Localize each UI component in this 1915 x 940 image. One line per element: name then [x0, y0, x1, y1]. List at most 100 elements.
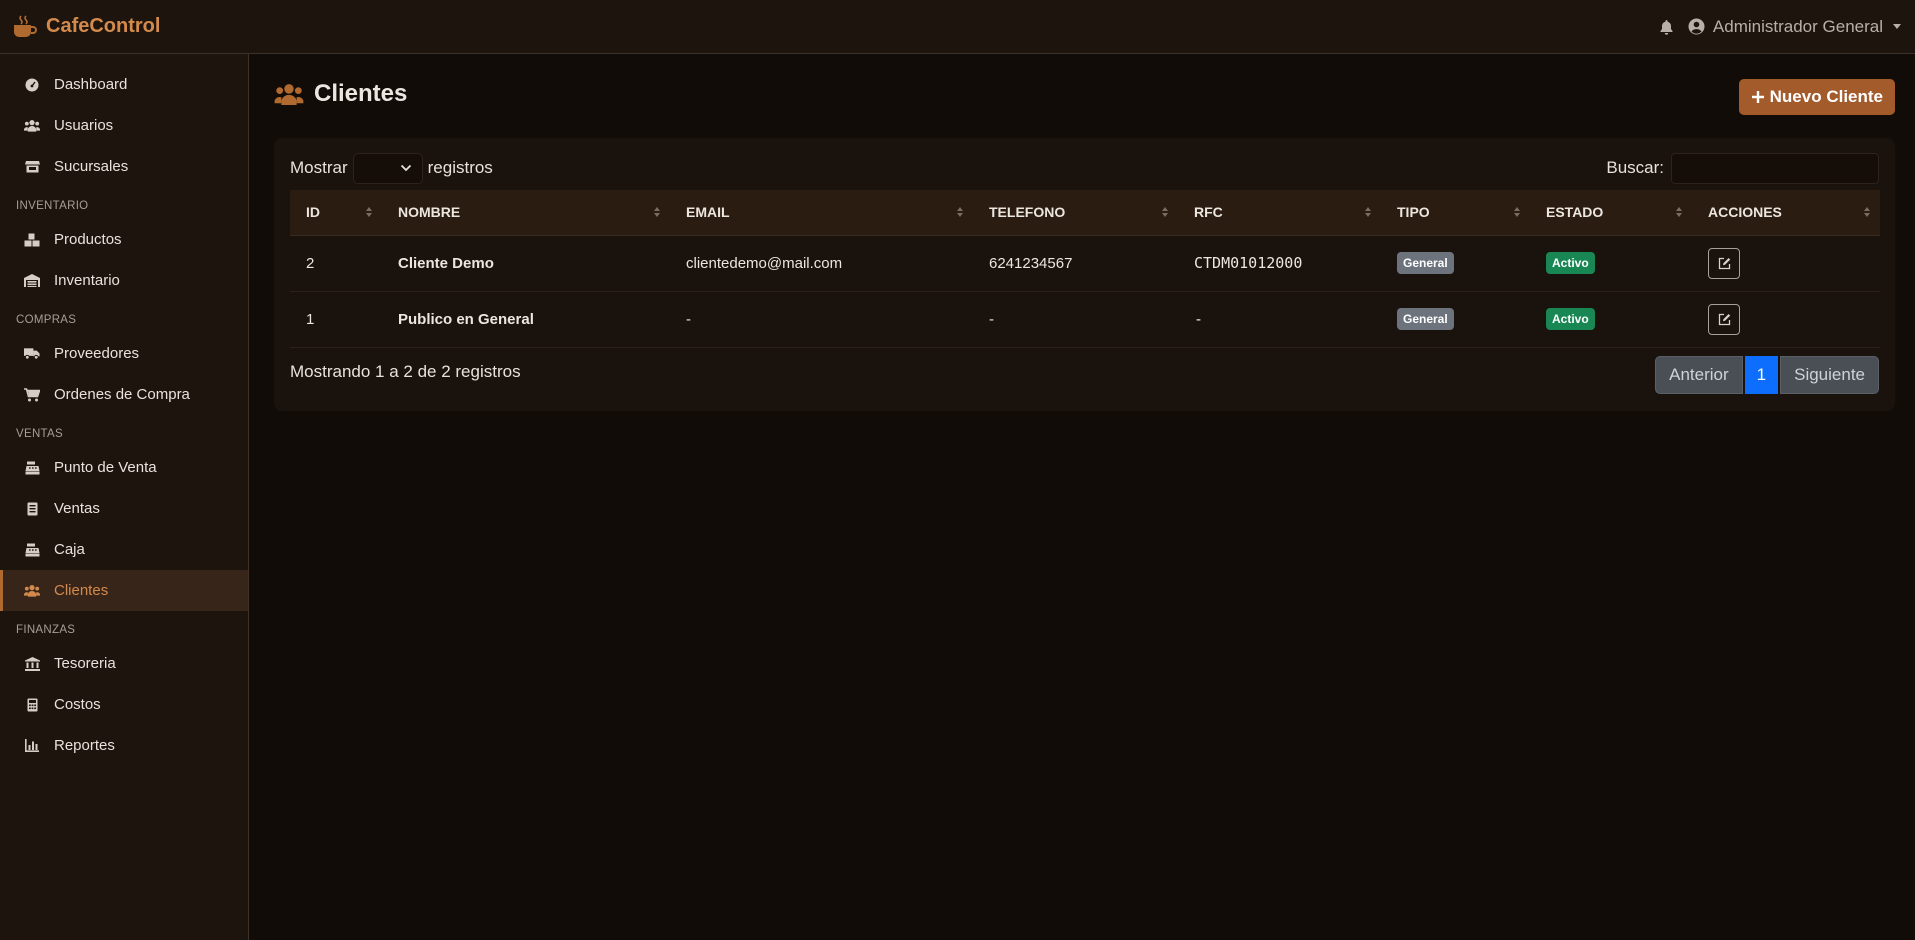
column-header-estado[interactable]: ESTADO — [1530, 190, 1692, 236]
caret-down-icon — [1893, 24, 1901, 29]
sidebar-item-sucursales[interactable]: Sucursales — [0, 146, 248, 187]
search-input[interactable] — [1671, 152, 1879, 184]
sort-icon — [1162, 207, 1168, 217]
section-inventario: INVENTARIO — [16, 200, 89, 212]
sidebar-item-label: Ordenes de Compra — [54, 386, 190, 403]
cell-acciones — [1692, 291, 1880, 348]
sidebar-item-proveedores[interactable]: Proveedores — [0, 333, 248, 374]
search-wrap: Buscar: — [1606, 152, 1879, 184]
edit-icon — [1718, 257, 1730, 269]
next-page-button[interactable]: Siguiente — [1780, 356, 1879, 394]
page-button-current[interactable]: 1 — [1744, 356, 1779, 394]
calculator-icon — [24, 697, 40, 713]
sidebar-item-label: Dashboard — [54, 76, 128, 93]
sidebar-item-label: Tesoreria — [54, 655, 116, 672]
user-name: Administrador General — [1712, 16, 1883, 36]
column-label: TELEFONO — [989, 204, 1066, 221]
cell-email: - — [670, 291, 973, 348]
sidebar-item-tesoreria[interactable]: Tesoreria — [0, 643, 248, 684]
show-label: Mostrar — [290, 158, 348, 177]
user-menu[interactable]: Administrador General — [1688, 17, 1901, 37]
sidebar-item-dashboard[interactable]: Dashboard — [0, 64, 248, 105]
column-label: ACCIONES — [1708, 204, 1782, 221]
warehouse-icon — [24, 273, 40, 289]
sidebar-item-label: Usuarios — [54, 117, 114, 134]
page-header: Clientes — [274, 80, 407, 108]
cell-telefono: 6241234567 — [973, 235, 1178, 292]
users-icon — [24, 583, 40, 599]
table-controls: Mostrar registros Buscar: — [290, 152, 1879, 184]
column-label: NOMBRE — [398, 204, 461, 221]
sidebar-item-label: Caja — [54, 541, 85, 558]
column-header-telefono[interactable]: TELEFONO — [973, 190, 1178, 236]
main-content: Clientes Nuevo Cliente Mostrar registros… — [250, 54, 1915, 940]
sidebar-item-ordenes-de-compra[interactable]: Ordenes de Compra — [0, 374, 248, 415]
column-header-nombre[interactable]: NOMBRE — [382, 190, 670, 236]
chevron-down-icon — [400, 164, 411, 172]
sidebar-item-productos[interactable]: Productos — [0, 219, 248, 260]
sidebar-item-clientes[interactable]: Clientes — [0, 570, 248, 611]
edit-button[interactable] — [1708, 303, 1740, 335]
page-title: Clientes — [314, 80, 408, 107]
column-header-id[interactable]: ID — [290, 190, 382, 236]
sidebar: Dashboard Usuarios Sucursales INVENTARIO… — [0, 54, 249, 940]
cell-estado: Activo — [1530, 291, 1692, 348]
bank-icon — [24, 656, 40, 672]
sidebar-item-costos[interactable]: Costos — [0, 684, 248, 725]
column-label: RFC — [1194, 204, 1223, 221]
new-client-button[interactable]: Nuevo Cliente — [1738, 79, 1895, 115]
column-label: ID — [306, 204, 320, 221]
brand-name: CafeControl — [46, 15, 161, 37]
sort-icon — [1365, 207, 1371, 217]
cell-tipo: General — [1381, 235, 1530, 292]
table-info: Mostrando 1 a 2 de 2 registros — [290, 362, 521, 381]
cell-tipo: General — [1381, 291, 1530, 348]
table-row: 2 Cliente Demo clientedemo@mail.com 6241… — [290, 235, 1880, 292]
status-badge: Activo — [1546, 308, 1595, 330]
column-header-rfc[interactable]: RFC — [1178, 190, 1381, 236]
bar-chart-icon — [24, 738, 40, 754]
sidebar-item-label: Productos — [54, 231, 122, 248]
page-length-select[interactable] — [352, 152, 423, 184]
sidebar-item-label: Inventario — [54, 272, 120, 289]
previous-page-button[interactable]: Anterior — [1655, 356, 1743, 394]
sidebar-item-reportes[interactable]: Reportes — [0, 725, 248, 766]
cart-icon — [24, 387, 40, 403]
clients-table-card: Mostrar registros Buscar: ID NOMBRE EMAI… — [274, 138, 1895, 411]
column-header-tipo[interactable]: TIPO — [1381, 190, 1530, 236]
section-finanzas: FINANZAS — [16, 624, 76, 636]
cash-register-icon — [24, 460, 40, 476]
tipo-badge: General — [1397, 308, 1454, 330]
coffee-mug-icon — [14, 14, 37, 37]
brand[interactable]: CafeControl — [12, 14, 161, 39]
sort-icon — [1514, 207, 1520, 217]
sidebar-item-ventas[interactable]: Ventas — [0, 488, 248, 529]
column-header-email[interactable]: EMAIL — [670, 190, 973, 236]
user-circle-icon — [1688, 18, 1705, 35]
sidebar-item-label: Costos — [54, 696, 101, 713]
cash-register-icon — [24, 542, 40, 558]
cell-acciones — [1692, 235, 1880, 292]
clients-table: ID NOMBRE EMAIL TELEFONO RFC TIPO ESTADO… — [290, 190, 1880, 348]
tipo-badge: General — [1397, 252, 1454, 274]
sidebar-item-label: Punto de Venta — [54, 459, 157, 476]
sidebar-item-inventario[interactable]: Inventario — [0, 260, 248, 301]
cell-email: clientedemo@mail.com — [670, 235, 973, 292]
section-ventas: VENTAS — [16, 428, 63, 440]
users-icon — [24, 118, 40, 134]
cell-nombre: Cliente Demo — [382, 235, 670, 292]
edit-icon — [1718, 313, 1730, 325]
edit-button[interactable] — [1708, 247, 1740, 279]
sidebar-item-punto-de-venta[interactable]: Punto de Venta — [0, 447, 248, 488]
bell-icon[interactable] — [1659, 19, 1674, 35]
sidebar-item-caja[interactable]: Caja — [0, 529, 248, 570]
sidebar-item-label: Clientes — [54, 582, 109, 599]
table-row: 1 Publico en General - - - General Activ… — [290, 291, 1880, 348]
column-header-acciones[interactable]: ACCIONES — [1692, 190, 1880, 236]
sort-icon — [654, 207, 660, 217]
cell-estado: Activo — [1530, 235, 1692, 292]
column-label: TIPO — [1397, 204, 1430, 221]
sort-icon — [366, 207, 372, 217]
sidebar-item-usuarios[interactable]: Usuarios — [0, 105, 248, 146]
cell-id: 1 — [290, 291, 382, 348]
